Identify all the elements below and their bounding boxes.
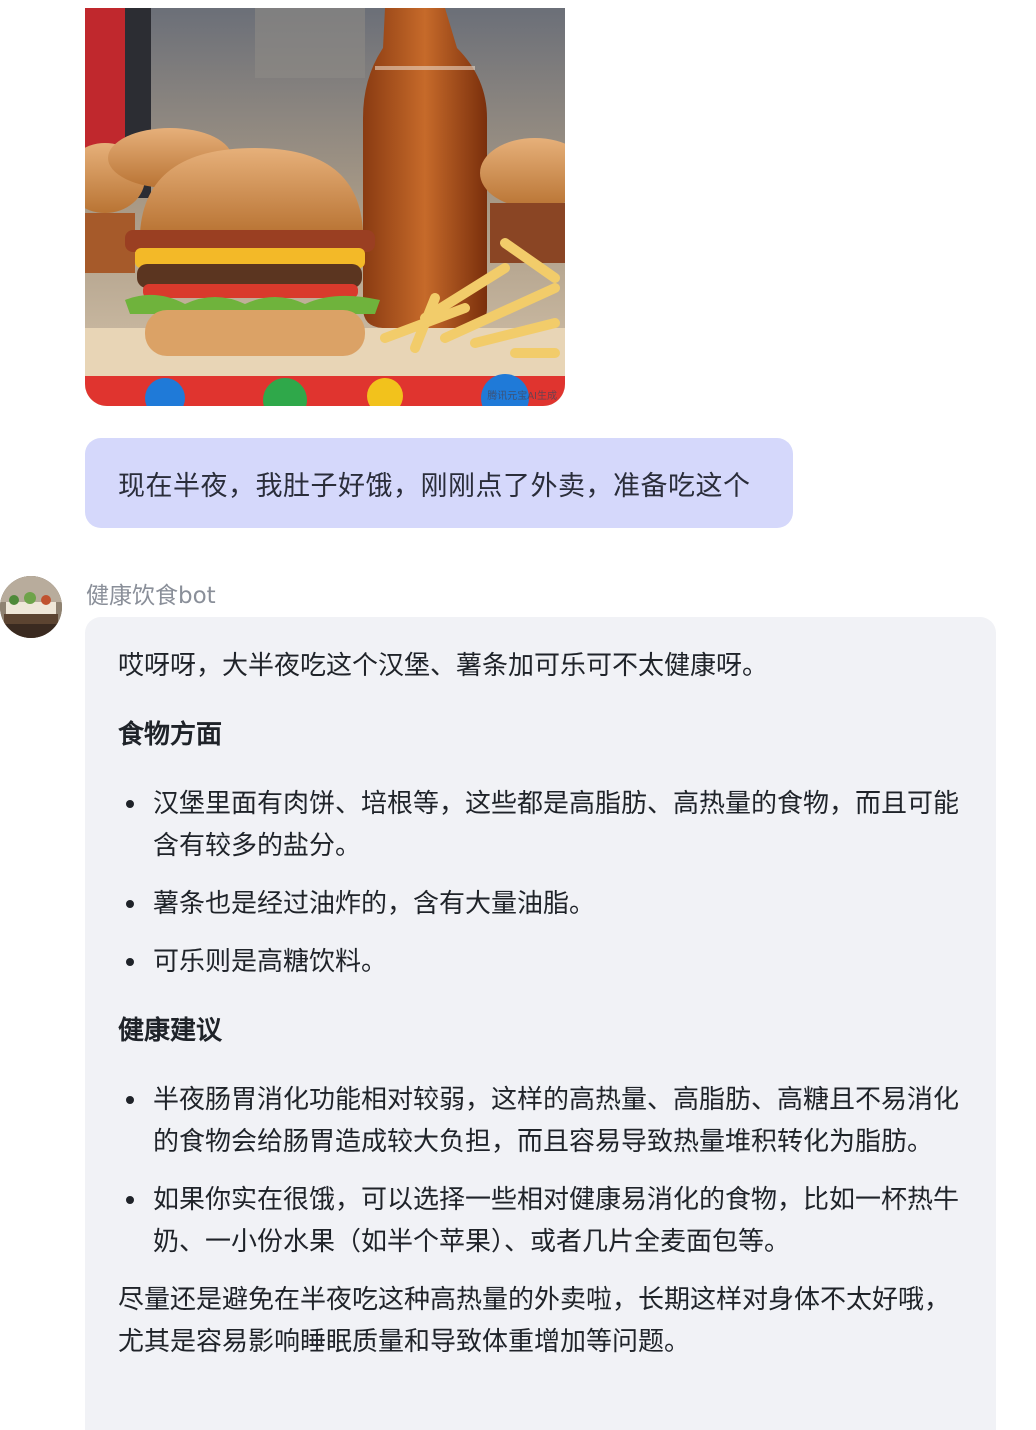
list-item: 半夜肠胃消化功能相对较弱，这样的高热量、高脂肪、高糖且不易消化的食物会给肠胃造成…: [118, 1079, 963, 1163]
user-message-text: 现在半夜，我肚子好饿，刚刚点了外卖，准备吃这个: [118, 470, 751, 502]
advice-points-list: 半夜肠胃消化功能相对较弱，这样的高热量、高脂肪、高糖且不易消化的食物会给肠胃造成…: [118, 1079, 963, 1263]
section-heading-food: 食物方面: [118, 720, 223, 750]
shared-food-image[interactable]: 腾讯元宝AI生成: [85, 8, 565, 406]
section-heading-advice: 健康建议: [118, 1016, 223, 1046]
list-item: 薯条也是经过油炸的，含有大量油脂。: [118, 883, 963, 925]
bot-avatar-image: [0, 576, 62, 638]
list-item: 可乐则是高糖饮料。: [118, 941, 963, 983]
list-item: 汉堡里面有肉饼、培根等，这些都是高脂肪、高热量的食物，而且可能含有较多的盐分。: [118, 783, 963, 867]
bot-name: 健康饮食bot: [86, 583, 216, 609]
bot-closing-text: 尽量还是避免在半夜吃这种高热量的外卖啦，长期这样对身体不太好哦，尤其是容易影响睡…: [118, 1285, 951, 1357]
user-message-bubble: 现在半夜，我肚子好饿，刚刚点了外卖，准备吃这个: [85, 438, 793, 528]
bot-intro-text: 哎呀呀，大半夜吃这个汉堡、薯条加可乐可不太健康呀。: [118, 651, 769, 681]
bot-message-bubble: 哎呀呀，大半夜吃这个汉堡、薯条加可乐可不太健康呀。 食物方面 汉堡里面有肉饼、培…: [85, 617, 996, 1430]
image-watermark: 腾讯元宝AI生成: [487, 391, 557, 402]
list-item: 如果你实在很饿，可以选择一些相对健康易消化的食物，比如一杯热牛奶、一小份水果（如…: [118, 1179, 963, 1263]
food-photo-illustration: [85, 8, 565, 406]
bot-avatar[interactable]: [0, 576, 62, 638]
food-points-list: 汉堡里面有肉饼、培根等，这些都是高脂肪、高热量的食物，而且可能含有较多的盐分。 …: [118, 783, 963, 983]
